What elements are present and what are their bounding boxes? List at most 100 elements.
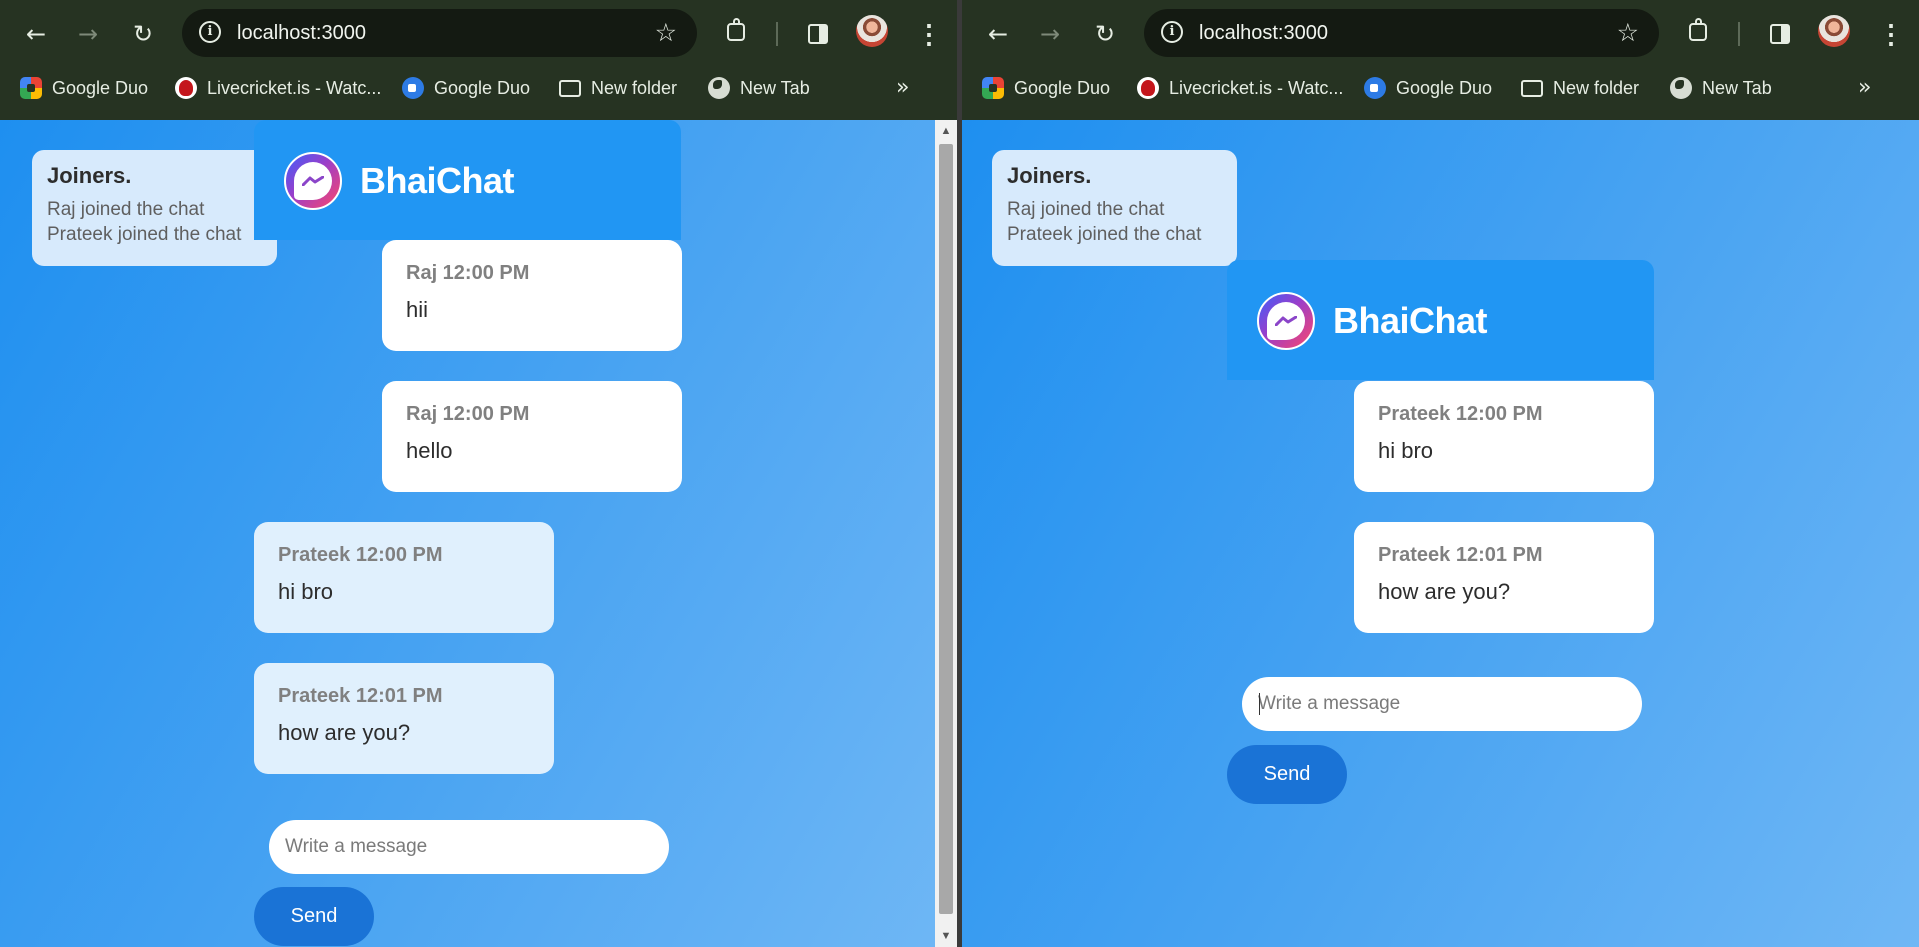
reload-icon[interactable]: ↻	[1085, 14, 1125, 54]
bookmark-item[interactable]: Google Duo	[402, 66, 530, 110]
extensions-puzzle-icon[interactable]	[1680, 14, 1720, 54]
bookmark-folder[interactable]: New folder	[559, 66, 677, 110]
message-input[interactable]	[1242, 677, 1642, 731]
address-url: localhost:3000	[1199, 22, 1328, 44]
bookmark-label: New folder	[591, 77, 678, 98]
back-arrow-icon[interactable]: ←	[16, 14, 56, 54]
bookmark-label: Livecricket.is - Watc...	[1169, 77, 1344, 98]
profile-avatar[interactable]	[856, 15, 888, 47]
side-panel-icon[interactable]	[1760, 14, 1800, 54]
browser-toolbar: ← → ↻ i localhost:3000 ☆ ⋮	[0, 0, 957, 66]
bookmark-item[interactable]: Google Duo	[982, 66, 1110, 110]
message-meta: Raj 12:00 PM	[406, 262, 530, 284]
bookmark-star-icon[interactable]: ☆	[655, 9, 677, 57]
app-title: BhaiChat	[360, 160, 515, 201]
browser-toolbar: ← → ↻ i localhost:3000 ☆ ⋮	[962, 0, 1919, 66]
chat-header: BhaiChat	[254, 120, 681, 240]
livecricket-icon	[175, 77, 197, 99]
join-notice: Raj joined the chat	[47, 199, 205, 220]
message-bubble: Prateek 12:00 PM hi bro	[254, 522, 554, 633]
bookmark-label: New Tab	[1702, 77, 1772, 98]
toolbar-divider	[1738, 22, 1740, 46]
bookmark-label: New folder	[1553, 77, 1640, 98]
more-bookmarks-icon[interactable]: »	[896, 66, 909, 110]
menu-kebab-icon[interactable]: ⋮	[1878, 14, 1904, 54]
toolbar-divider	[776, 22, 778, 46]
message-meta: Prateek 12:00 PM	[278, 544, 443, 566]
scrollbar-thumb[interactable]	[939, 144, 953, 914]
bookmark-item[interactable]: Google Duo	[1364, 66, 1492, 110]
folder-icon	[1521, 79, 1543, 97]
folder-icon	[559, 79, 581, 97]
message-bubble: Raj 12:00 PM hello	[382, 381, 682, 492]
bookmark-item[interactable]: Google Duo	[20, 66, 148, 110]
message-bubble: Prateek 12:01 PM how are you?	[254, 663, 554, 774]
site-info-icon[interactable]: i	[1161, 21, 1183, 43]
bookmark-label: Google Duo	[52, 77, 149, 98]
bookmark-item[interactable]: New Tab	[708, 66, 810, 110]
browser-window-left: ← → ↻ i localhost:3000 ☆ ⋮ Google Duo Li…	[0, 0, 957, 947]
bookmark-item[interactable]: Livecricket.is - Watc...	[175, 66, 381, 110]
bookmark-label: Google Duo	[434, 77, 531, 98]
join-notice: Prateek joined the chat	[1007, 224, 1202, 245]
app-title: BhaiChat	[1333, 300, 1488, 341]
side-panel-icon[interactable]	[798, 14, 838, 54]
google-duo-icon	[982, 77, 1004, 99]
scroll-down-arrow-icon[interactable]: ▼	[935, 925, 957, 947]
video-camera-icon	[1364, 77, 1386, 99]
bookmark-label: New Tab	[740, 77, 810, 98]
message-bubble: Prateek 12:00 PM hi bro	[1354, 381, 1654, 492]
address-url: localhost:3000	[237, 22, 366, 44]
forward-arrow-icon[interactable]: →	[68, 14, 108, 54]
site-info-icon[interactable]: i	[199, 21, 221, 43]
bookmark-star-icon[interactable]: ☆	[1617, 9, 1639, 57]
reload-icon[interactable]: ↻	[123, 14, 163, 54]
globe-icon	[1670, 77, 1692, 99]
message-bubble: Raj 12:00 PM hii	[382, 240, 682, 351]
video-camera-icon	[402, 77, 424, 99]
message-text: how are you?	[278, 720, 411, 745]
page-scrollbar[interactable]: ▲ ▼	[935, 120, 957, 947]
profile-avatar[interactable]	[1818, 15, 1850, 47]
livecricket-icon	[1137, 77, 1159, 99]
bookmark-label: Livecricket.is - Watc...	[207, 77, 382, 98]
address-bar[interactable]: i localhost:3000 ☆	[1144, 9, 1659, 57]
extensions-puzzle-icon[interactable]	[718, 14, 758, 54]
joiners-title: Joiners.	[1007, 163, 1092, 188]
chat-page: Joiners. Raj joined the chat Prateek joi…	[0, 120, 957, 947]
joiners-panel: Joiners. Raj joined the chat Prateek joi…	[992, 150, 1237, 266]
messenger-logo-icon	[1257, 292, 1315, 350]
messenger-logo-icon	[284, 152, 342, 210]
send-button[interactable]: Send	[254, 887, 374, 946]
google-duo-icon	[20, 77, 42, 99]
message-meta: Raj 12:00 PM	[406, 403, 530, 425]
forward-arrow-icon[interactable]: →	[1030, 14, 1070, 54]
scroll-up-arrow-icon[interactable]: ▲	[935, 120, 957, 142]
bookmarks-bar: Google Duo Livecricket.is - Watc... Goog…	[0, 66, 957, 120]
message-text: how are you?	[1378, 579, 1511, 604]
more-bookmarks-icon[interactable]: »	[1858, 66, 1871, 110]
menu-kebab-icon[interactable]: ⋮	[916, 14, 942, 54]
bookmark-label: Google Duo	[1014, 77, 1111, 98]
message-meta: Prateek 12:00 PM	[1378, 403, 1543, 425]
bookmark-folder[interactable]: New folder	[1521, 66, 1639, 110]
message-meta: Prateek 12:01 PM	[278, 685, 443, 707]
bookmark-label: Google Duo	[1396, 77, 1493, 98]
back-arrow-icon[interactable]: ←	[978, 14, 1018, 54]
chat-page: Joiners. Raj joined the chat Prateek joi…	[962, 120, 1919, 947]
send-button[interactable]: Send	[1227, 745, 1347, 804]
bookmark-item[interactable]: Livecricket.is - Watc...	[1137, 66, 1343, 110]
bookmark-item[interactable]: New Tab	[1670, 66, 1772, 110]
message-input[interactable]	[269, 820, 669, 874]
globe-icon	[708, 77, 730, 99]
message-bubble: Prateek 12:01 PM how are you?	[1354, 522, 1654, 633]
message-text: hello	[406, 438, 453, 463]
message-text: hi bro	[278, 579, 334, 604]
joiners-panel: Joiners. Raj joined the chat Prateek joi…	[32, 150, 277, 266]
bookmarks-bar: Google Duo Livecricket.is - Watc... Goog…	[962, 66, 1919, 120]
browser-window-right: ← → ↻ i localhost:3000 ☆ ⋮ Google Duo Li…	[962, 0, 1919, 947]
message-meta: Prateek 12:01 PM	[1378, 544, 1543, 566]
join-notice: Prateek joined the chat	[47, 224, 242, 245]
address-bar[interactable]: i localhost:3000 ☆	[182, 9, 697, 57]
joiners-title: Joiners.	[47, 163, 132, 188]
